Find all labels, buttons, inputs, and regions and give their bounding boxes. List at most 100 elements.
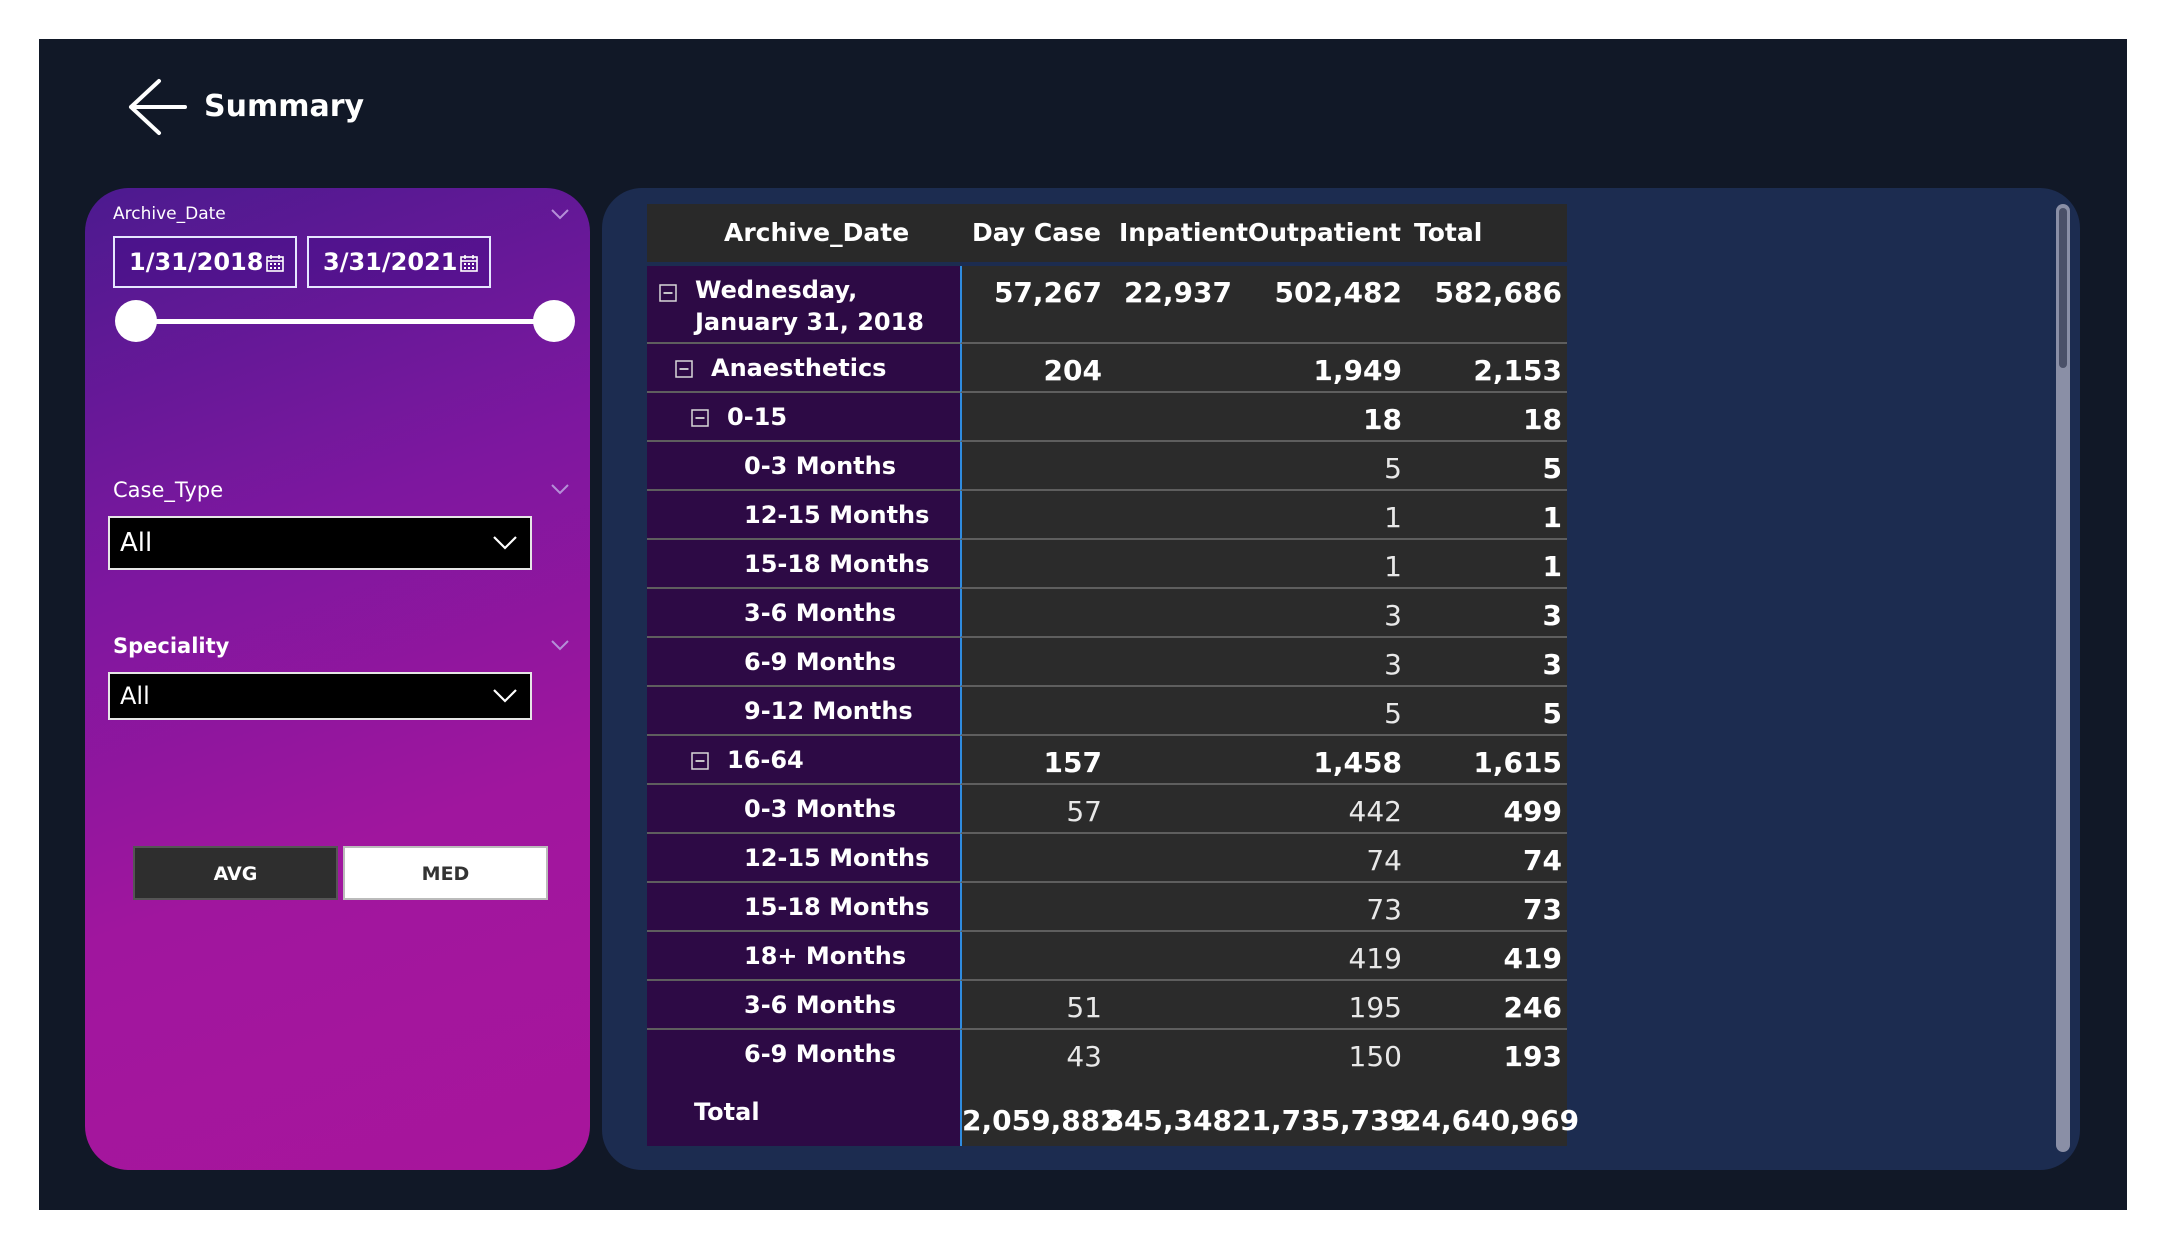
row-label-cell: 0-15 xyxy=(647,393,960,442)
row-label: 12-15 Months xyxy=(744,501,930,529)
row-label-cell: 12-15 Months xyxy=(647,491,960,540)
cell-total: 2,153 xyxy=(1473,354,1562,387)
table-row: 0-15 18 18 xyxy=(647,393,1567,442)
chevron-down-icon xyxy=(493,536,517,550)
end-date-value: 3/31/2021 xyxy=(323,248,458,276)
column-header-total[interactable]: Total xyxy=(1414,204,1482,262)
row-label-cell: 0-3 Months xyxy=(647,442,960,491)
chevron-down-icon[interactable] xyxy=(550,208,570,220)
row-label: 12-15 Months xyxy=(744,844,930,872)
table-row: 16-64 157 1,458 1,615 xyxy=(647,736,1567,785)
collapse-icon[interactable] xyxy=(691,409,709,427)
row-label: 0-3 Months xyxy=(744,795,897,823)
collapse-icon[interactable] xyxy=(659,284,677,302)
row-label-cell: 0-3 Months xyxy=(647,785,960,834)
column-header-day-case[interactable]: Day Case xyxy=(972,204,1101,262)
cell-total: 18 xyxy=(1523,403,1562,436)
end-date-input[interactable]: 3/31/2021 xyxy=(307,236,491,288)
cell-total: 193 xyxy=(1503,1040,1562,1073)
avg-button[interactable]: AVG xyxy=(133,846,338,900)
chevron-down-icon[interactable] xyxy=(550,483,570,495)
row-values: 57 442 499 xyxy=(960,785,1567,834)
case-type-dropdown[interactable]: All xyxy=(108,516,532,570)
row-label: 18+ Months xyxy=(744,942,907,970)
scrollbar-thumb[interactable] xyxy=(2059,208,2067,368)
cell-outpatient: 150 xyxy=(1348,1040,1402,1073)
total-row-values: 2,059,882 845,348 21,735,739 24,640,969 xyxy=(960,1070,1579,1146)
date-range-track[interactable] xyxy=(137,319,555,324)
table-row: 0-3 Months 5 5 xyxy=(647,442,1567,491)
cell-outpatient: 1 xyxy=(1384,501,1402,534)
matrix-body: Wednesday, January 31, 2018 57,267 22,937 5… xyxy=(647,266,1567,1086)
row-label-cell: 15-18 Months xyxy=(647,883,960,932)
cell-day-case: 204 xyxy=(1043,354,1102,387)
cell-outpatient: 3 xyxy=(1384,648,1402,681)
total-outpatient: 21,735,739 xyxy=(1232,1104,1410,1137)
cell-total: 3 xyxy=(1542,648,1562,681)
row-values: 74 74 xyxy=(960,834,1567,883)
arrow-left-icon[interactable] xyxy=(123,75,187,139)
cell-outpatient: 1,949 xyxy=(1313,354,1402,387)
chevron-down-icon[interactable] xyxy=(550,639,570,651)
cell-outpatient: 1 xyxy=(1384,550,1402,583)
table-row: 3-6 Months 51 195 246 xyxy=(647,981,1567,1030)
row-values: 419 419 xyxy=(960,932,1567,981)
case-type-selected: All xyxy=(120,528,153,558)
row-label: 6-9 Months xyxy=(744,648,897,676)
table-row: 3-6 Months 3 3 xyxy=(647,589,1567,638)
cell-total: 3 xyxy=(1542,599,1562,632)
speciality-title: Speciality xyxy=(113,634,230,658)
row-values: 55 xyxy=(960,687,1567,736)
cell-day-case: 51 xyxy=(1066,991,1102,1024)
calendar-icon[interactable] xyxy=(265,253,285,273)
cell-total: 499 xyxy=(1503,795,1562,828)
cell-outpatient: 195 xyxy=(1348,991,1402,1024)
row-label: 3-6 Months xyxy=(744,991,897,1019)
date-range-start-handle[interactable] xyxy=(115,300,157,342)
cell-day-case: 157 xyxy=(1043,746,1102,779)
start-date-input[interactable]: 1/31/2018 xyxy=(113,236,297,288)
collapse-icon[interactable] xyxy=(691,752,709,770)
cell-outpatient: 5 xyxy=(1384,697,1402,730)
column-header-archive-date[interactable]: Archive_Date xyxy=(724,204,909,262)
cell-outpatient: 442 xyxy=(1348,795,1402,828)
row-values: 11 xyxy=(960,540,1567,589)
table-row: 18+ Months 419 419 xyxy=(647,932,1567,981)
cell-total: 73 xyxy=(1523,893,1562,926)
total-row-label: Total xyxy=(694,1098,760,1126)
row-label-cell: 3-6 Months xyxy=(647,589,960,638)
case-type-title: Case_Type xyxy=(113,478,224,502)
page-title: Summary xyxy=(204,89,365,124)
total-day-case: 2,059,882 xyxy=(962,1104,1120,1137)
med-button[interactable]: MED xyxy=(343,846,548,900)
table-row: 12-15 Months 74 74 xyxy=(647,834,1567,883)
filter-panel: Archive_Date 1/31/2018 3/31/2021 Case_Ty… xyxy=(85,188,590,1170)
cell-day-case: 57 xyxy=(1066,795,1102,828)
row-label: 6-9 Months xyxy=(744,1040,897,1068)
date-range-end-handle[interactable] xyxy=(533,300,575,342)
table-row: 6-9 Months 3 3 xyxy=(647,638,1567,687)
row-label-cell: 16-64 xyxy=(647,736,960,785)
total-row-label-cell: Total xyxy=(647,1070,960,1146)
calendar-icon[interactable] xyxy=(459,253,479,273)
start-date-value: 1/31/2018 xyxy=(129,248,264,276)
row-values: 157 1,458 1,615 xyxy=(960,736,1567,785)
cell-total: 246 xyxy=(1503,991,1562,1024)
cell-outpatient: 73 xyxy=(1366,893,1402,926)
speciality-dropdown[interactable]: All xyxy=(108,672,532,720)
table-row: 12-15 Months 1 1 xyxy=(647,491,1567,540)
column-header-outpatient[interactable]: Outpatient xyxy=(1248,204,1401,262)
row-label-cell: Anaesthetics xyxy=(647,344,960,393)
cell-day-case: 43 xyxy=(1066,1040,1102,1073)
collapse-icon[interactable] xyxy=(675,360,693,378)
cell-outpatient: 3 xyxy=(1384,599,1402,632)
row-label: 16-64 xyxy=(727,746,804,774)
cell-total: 582,686 xyxy=(1434,276,1562,309)
column-header-inpatient[interactable]: Inpatient xyxy=(1119,204,1248,262)
table-row: 15-18 Months 1 1 xyxy=(647,540,1567,589)
speciality-selected: All xyxy=(120,682,150,710)
table-row: 0-3 Months 57 442 499 xyxy=(647,785,1567,834)
table-row: 9-12 Months 5 5 xyxy=(647,687,1567,736)
row-label-cell: Wednesday, January 31, 2018 xyxy=(647,266,960,344)
table-row: Anaesthetics 204 1,949 2,153 xyxy=(647,344,1567,393)
